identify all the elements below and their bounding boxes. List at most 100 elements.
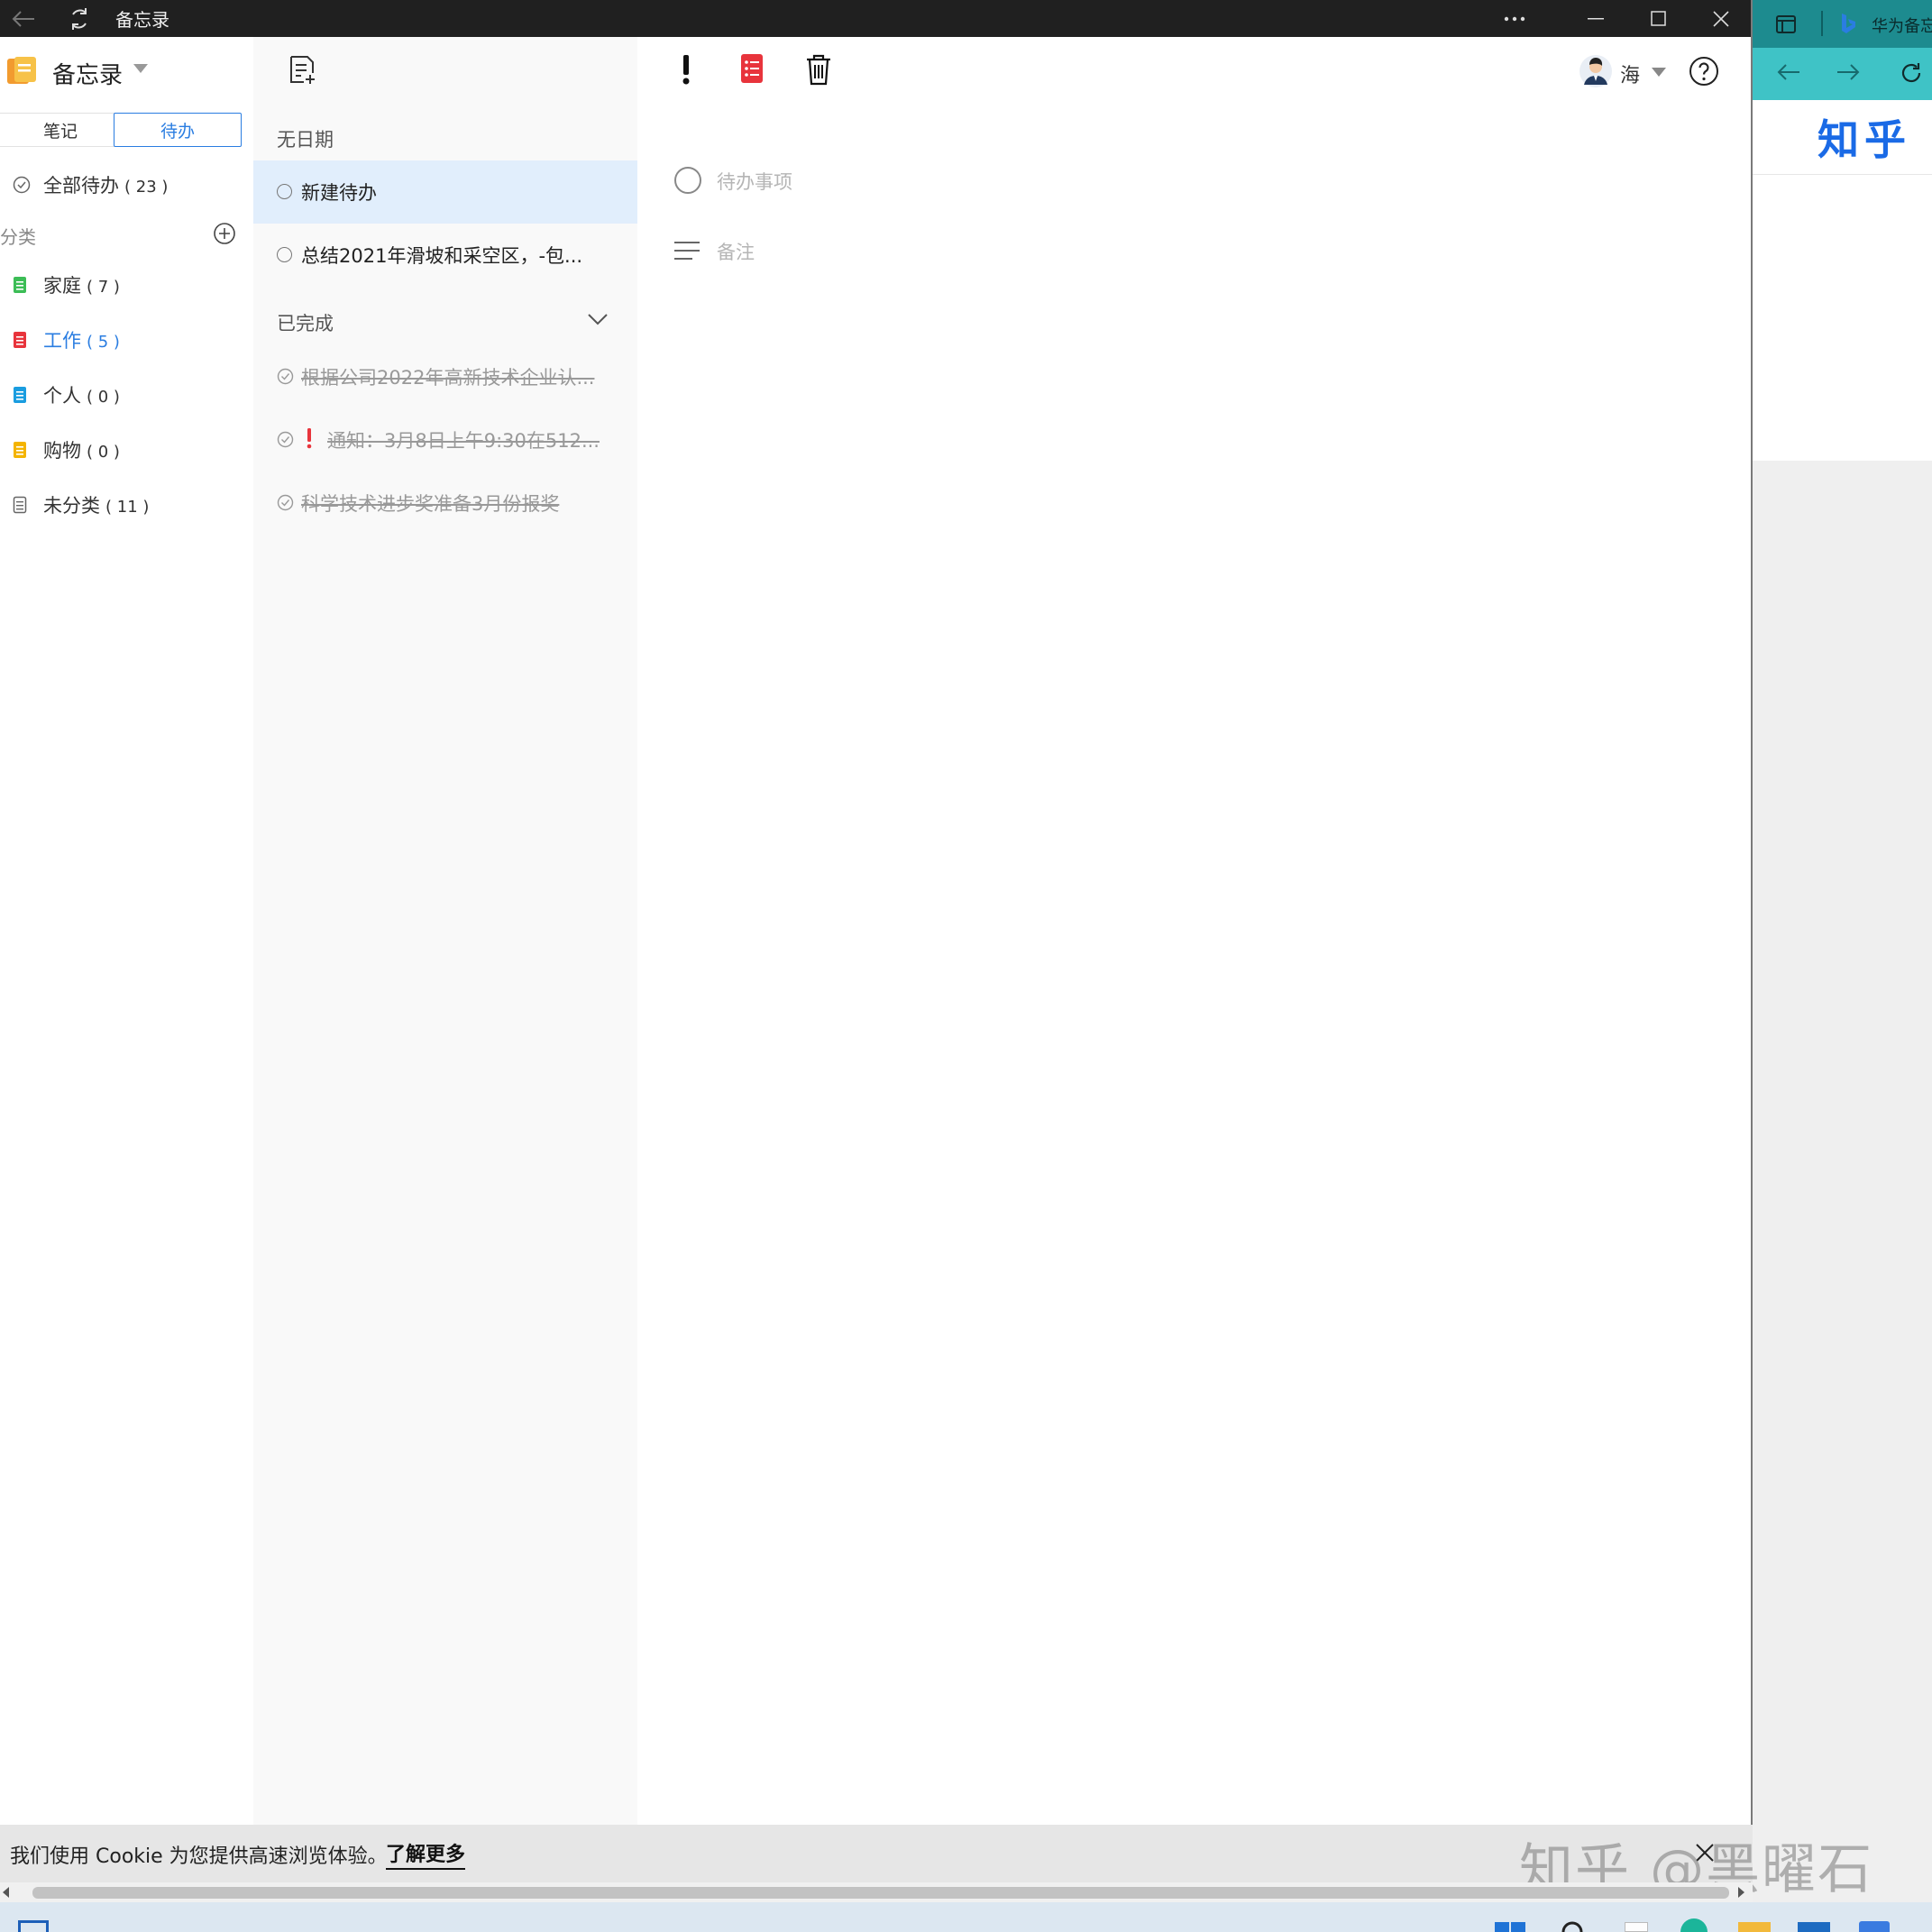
tab-separator xyxy=(1821,11,1823,36)
sidebar-item-label: 工作 xyxy=(43,330,81,352)
new-todo-icon[interactable] xyxy=(288,55,316,86)
todo-editor: 海 待办事项 备注 xyxy=(637,37,1753,1827)
todo-checkbox[interactable] xyxy=(277,184,292,199)
sidebar-item-family[interactable]: 家庭 ( 7 ) xyxy=(0,262,253,307)
sidebar-item-shopping[interactable]: 购物 ( 0 ) xyxy=(0,427,253,472)
completed-item[interactable]: 科学技术进步奖准备3月份报奖 xyxy=(253,472,637,535)
add-category-icon[interactable] xyxy=(213,222,236,245)
list-note-icon xyxy=(13,441,27,459)
todo-list-pane: 无日期 新建待办 总结2021年滑坡和采空区，-包... 已完成 根据公司202… xyxy=(253,37,637,1827)
sidebar-item-count: ( 11 ) xyxy=(105,498,150,517)
list-item-text: 根据公司2022年高新技术企业认... xyxy=(301,367,595,389)
notes-lines-icon xyxy=(673,241,700,261)
chevron-down-icon[interactable] xyxy=(133,64,148,73)
learn-more-link[interactable]: 了解更多 xyxy=(386,1838,466,1870)
cookie-message: 我们使用 Cookie 为您提供高速浏览体验。 xyxy=(10,1845,388,1868)
minimize-button[interactable] xyxy=(1578,0,1614,37)
scrollbar-thumb[interactable] xyxy=(32,1887,1729,1899)
note-outline-icon xyxy=(13,496,27,514)
close-button[interactable] xyxy=(1702,0,1740,37)
sidebar-item-count: ( 7 ) xyxy=(87,278,120,297)
browser-nav-bar xyxy=(1753,48,1932,100)
widgets-icon[interactable] xyxy=(1625,1922,1648,1932)
no-date-header: 无日期 xyxy=(277,129,334,151)
chevron-down-icon[interactable] xyxy=(588,313,608,325)
trash-icon[interactable] xyxy=(805,53,832,86)
maximize-button[interactable] xyxy=(1639,0,1677,37)
app-title[interactable]: 备忘录 xyxy=(52,57,123,90)
sidebar-item-count: ( 0 ) xyxy=(87,443,120,462)
store-icon[interactable] xyxy=(1798,1922,1830,1932)
cookie-banner: 我们使用 Cookie 为您提供高速浏览体验。 了解更多 xyxy=(0,1825,1753,1882)
note-input[interactable]: 备注 xyxy=(717,238,755,265)
important-icon xyxy=(306,427,313,449)
sidebar-item-personal[interactable]: 个人 ( 0 ) xyxy=(0,372,253,417)
refresh-icon[interactable] xyxy=(1900,61,1923,85)
list-item[interactable]: 总结2021年滑坡和采空区，-包... xyxy=(253,224,637,287)
browser-tab-bar: 华为备忘 xyxy=(1753,0,1932,48)
header-divider xyxy=(1753,174,1932,175)
list-item-text: 科学技术进步奖准备3月份报奖 xyxy=(301,493,560,515)
tab-notes[interactable]: 笔记 xyxy=(0,113,123,147)
completed-header[interactable]: 已完成 xyxy=(277,309,334,336)
zhihu-logo[interactable]: 知乎 xyxy=(1818,107,1911,167)
category-header: 分类 xyxy=(0,226,36,248)
check-circle-icon xyxy=(13,176,31,194)
check-circle-icon[interactable] xyxy=(277,368,294,385)
list-item-text: 新建待办 xyxy=(301,182,377,204)
category-list-icon[interactable] xyxy=(740,53,764,84)
window-title-bar: 备忘录 xyxy=(0,0,1753,37)
avatar[interactable] xyxy=(1579,54,1613,88)
task-view-icon[interactable] xyxy=(18,1920,49,1932)
taskbar xyxy=(0,1902,1932,1932)
todo-app-icon[interactable] xyxy=(1859,1921,1890,1932)
todo-checkbox[interactable] xyxy=(277,247,292,262)
chevron-down-icon[interactable] xyxy=(1652,68,1666,77)
user-name[interactable]: 海 xyxy=(1620,60,1640,88)
sidebar-item-label: 未分类 xyxy=(43,495,100,517)
browser-page: 知乎 xyxy=(1753,100,1932,461)
completed-item[interactable]: 通知：3月8日上午9:30在512... xyxy=(253,408,637,472)
back-arrow-icon[interactable] xyxy=(1776,62,1801,82)
more-horizontal-icon[interactable] xyxy=(1497,0,1533,37)
file-explorer-icon[interactable] xyxy=(1738,1922,1771,1932)
sidebar-item-uncategorized[interactable]: 未分类 ( 11 ) xyxy=(0,482,253,527)
sidebar-item-count: ( 23 ) xyxy=(124,178,169,197)
sidebar-item-label: 个人 xyxy=(43,385,81,407)
todo-title-input[interactable]: 待办事项 xyxy=(717,168,792,195)
sync-icon[interactable] xyxy=(61,0,97,37)
list-item-text: 通知：3月8日上午9:30在512... xyxy=(327,430,600,452)
sidebar-item-count: ( 5 ) xyxy=(87,333,120,352)
memo-app-icon xyxy=(5,55,38,86)
sidebar-item-work[interactable]: 工作 ( 5 ) xyxy=(0,317,253,362)
bing-icon xyxy=(1839,13,1857,34)
list-item[interactable]: 新建待办 xyxy=(253,160,637,224)
sidebar-item-label: 家庭 xyxy=(43,275,81,297)
check-circle-icon[interactable] xyxy=(277,431,294,448)
list-note-icon xyxy=(13,386,27,404)
scroll-left-icon[interactable] xyxy=(2,1887,11,1898)
start-icon[interactable] xyxy=(1495,1922,1525,1932)
forward-arrow-icon[interactable] xyxy=(1836,62,1861,82)
back-arrow-icon[interactable] xyxy=(5,0,41,37)
browser-tab-title[interactable]: 华为备忘 xyxy=(1872,14,1932,37)
important-flag-icon[interactable] xyxy=(681,53,691,86)
tab-actions-icon[interactable] xyxy=(1776,14,1796,34)
sidebar: 备忘录 笔记 待办 全部待办( 23 ) 分类 家庭( 7 ) 工作( 5 ) … xyxy=(0,37,253,1827)
todo-status-circle[interactable] xyxy=(673,166,702,195)
sidebar-item-label: 全部待办 xyxy=(43,175,119,197)
list-note-icon xyxy=(13,276,27,294)
edge-icon[interactable] xyxy=(1679,1918,1709,1932)
window-title: 备忘录 xyxy=(115,9,169,31)
completed-item[interactable]: 根据公司2022年高新技术企业认... xyxy=(253,345,637,408)
scroll-right-icon[interactable] xyxy=(1736,1887,1745,1898)
background-browser-window: 华为备忘 知乎 xyxy=(1753,0,1932,1902)
sidebar-item-count: ( 0 ) xyxy=(87,388,120,407)
horizontal-scrollbar[interactable] xyxy=(0,1882,1753,1902)
sidebar-item-all-todo[interactable]: 全部待办 ( 23 ) xyxy=(0,162,253,207)
search-icon[interactable] xyxy=(1560,1920,1585,1932)
check-circle-icon[interactable] xyxy=(277,494,294,511)
sidebar-item-label: 购物 xyxy=(43,440,81,462)
tab-todo[interactable]: 待办 xyxy=(114,113,242,147)
help-icon[interactable] xyxy=(1689,56,1719,87)
